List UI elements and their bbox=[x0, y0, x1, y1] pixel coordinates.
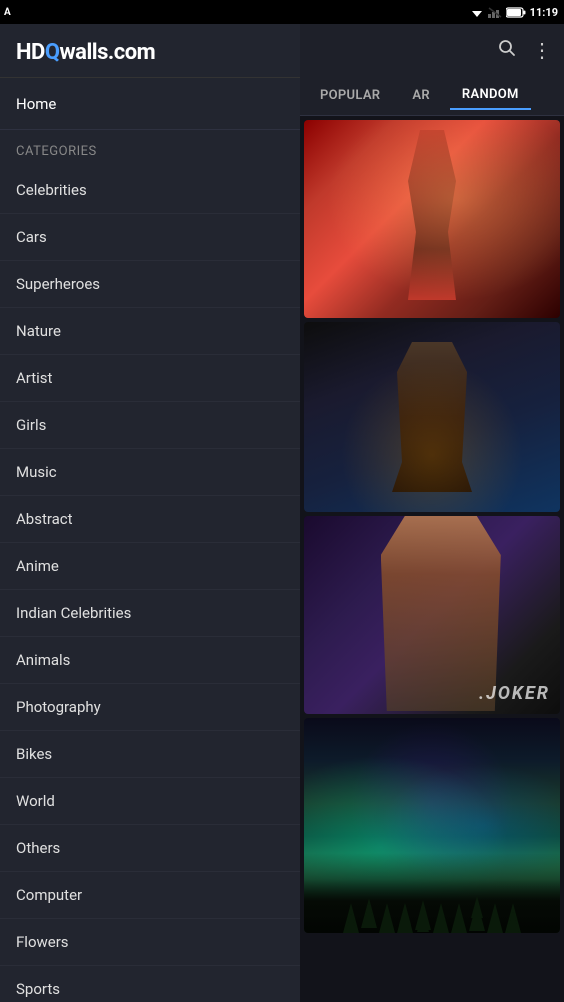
sidebar-item-sports[interactable]: Sports bbox=[0, 966, 300, 1002]
wifi-icon bbox=[470, 7, 484, 18]
sidebar-item-girls[interactable]: Girls bbox=[0, 402, 300, 449]
logo-q: Q bbox=[45, 40, 60, 65]
sidebar-item-music[interactable]: Music bbox=[0, 449, 300, 496]
sidebar-item-abstract[interactable]: Abstract bbox=[0, 496, 300, 543]
sidebar-header: HDQHDQwalls.comwalls.com bbox=[0, 24, 300, 78]
tree-3 bbox=[379, 903, 395, 933]
battery-icon bbox=[506, 7, 526, 18]
sidebar-item-flowers[interactable]: Flowers bbox=[0, 919, 300, 966]
sidebar-home-item[interactable]: Home bbox=[0, 78, 300, 130]
main-layout: HDQHDQwalls.comwalls.com Home Categories… bbox=[0, 24, 564, 1002]
content-area: ⋮ POPULAR AR RANDOM .JOKER bbox=[300, 24, 564, 1002]
sidebar-item-artist[interactable]: Artist bbox=[0, 355, 300, 402]
signal-icon bbox=[488, 7, 502, 18]
more-options-icon[interactable]: ⋮ bbox=[532, 38, 552, 62]
sidebar[interactable]: HDQHDQwalls.comwalls.com Home Categories… bbox=[0, 24, 300, 1002]
wallpaper-aurora[interactable] bbox=[304, 718, 560, 933]
tree-4 bbox=[397, 893, 413, 933]
tree-6 bbox=[433, 895, 449, 933]
logo: HDQHDQwalls.comwalls.com bbox=[16, 40, 284, 65]
tab-bar: POPULAR AR RANDOM bbox=[300, 76, 564, 116]
sidebar-item-photography[interactable]: Photography bbox=[0, 684, 300, 731]
search-icon[interactable] bbox=[498, 39, 516, 62]
wallpaper-grid: .JOKER bbox=[300, 116, 564, 1002]
sidebar-item-cars[interactable]: Cars bbox=[0, 214, 300, 261]
sidebar-item-superheroes[interactable]: Superheroes bbox=[0, 261, 300, 308]
sidebar-item-others[interactable]: Others bbox=[0, 825, 300, 872]
game-throne-figure bbox=[382, 342, 482, 492]
tree-9 bbox=[487, 903, 503, 933]
top-bar: ⋮ bbox=[300, 24, 564, 76]
sidebar-item-indian-celebrities[interactable]: Indian Celebrities bbox=[0, 590, 300, 637]
tree-1 bbox=[343, 903, 359, 933]
sidebar-item-bikes[interactable]: Bikes bbox=[0, 731, 300, 778]
wallpaper-joker[interactable]: .JOKER bbox=[304, 516, 560, 714]
joker-text: .JOKER bbox=[479, 683, 550, 704]
tree-5 bbox=[415, 900, 431, 930]
tab-random[interactable]: RANDOM bbox=[450, 81, 531, 110]
status-bar-left-icon: A bbox=[4, 7, 11, 18]
sidebar-item-animals[interactable]: Animals bbox=[0, 637, 300, 684]
aurora-trees bbox=[304, 853, 560, 933]
sidebar-item-world[interactable]: World bbox=[0, 778, 300, 825]
home-link[interactable]: Home bbox=[16, 95, 56, 113]
tab-popular[interactable]: POPULAR bbox=[308, 82, 392, 109]
tab-ar[interactable]: AR bbox=[400, 82, 442, 109]
tree-2 bbox=[361, 893, 377, 928]
tree-7 bbox=[451, 903, 467, 933]
status-bar-right: 11:19 bbox=[470, 6, 558, 19]
time-display: 11:19 bbox=[530, 6, 558, 19]
status-bar: A 11:19 bbox=[0, 0, 564, 24]
wallpaper-game-throne[interactable] bbox=[304, 322, 560, 512]
sidebar-item-anime[interactable]: Anime bbox=[0, 543, 300, 590]
wallpaper-wonder-woman[interactable] bbox=[304, 120, 560, 318]
categories-label: Categories bbox=[0, 130, 300, 167]
sidebar-item-celebrities[interactable]: Celebrities bbox=[0, 167, 300, 214]
sidebar-item-nature[interactable]: Nature bbox=[0, 308, 300, 355]
tree-8 bbox=[469, 886, 485, 931]
tree-10 bbox=[505, 901, 521, 933]
joker-figure bbox=[381, 516, 501, 711]
sidebar-item-computer[interactable]: Computer bbox=[0, 872, 300, 919]
wonder-woman-figure bbox=[392, 130, 472, 300]
